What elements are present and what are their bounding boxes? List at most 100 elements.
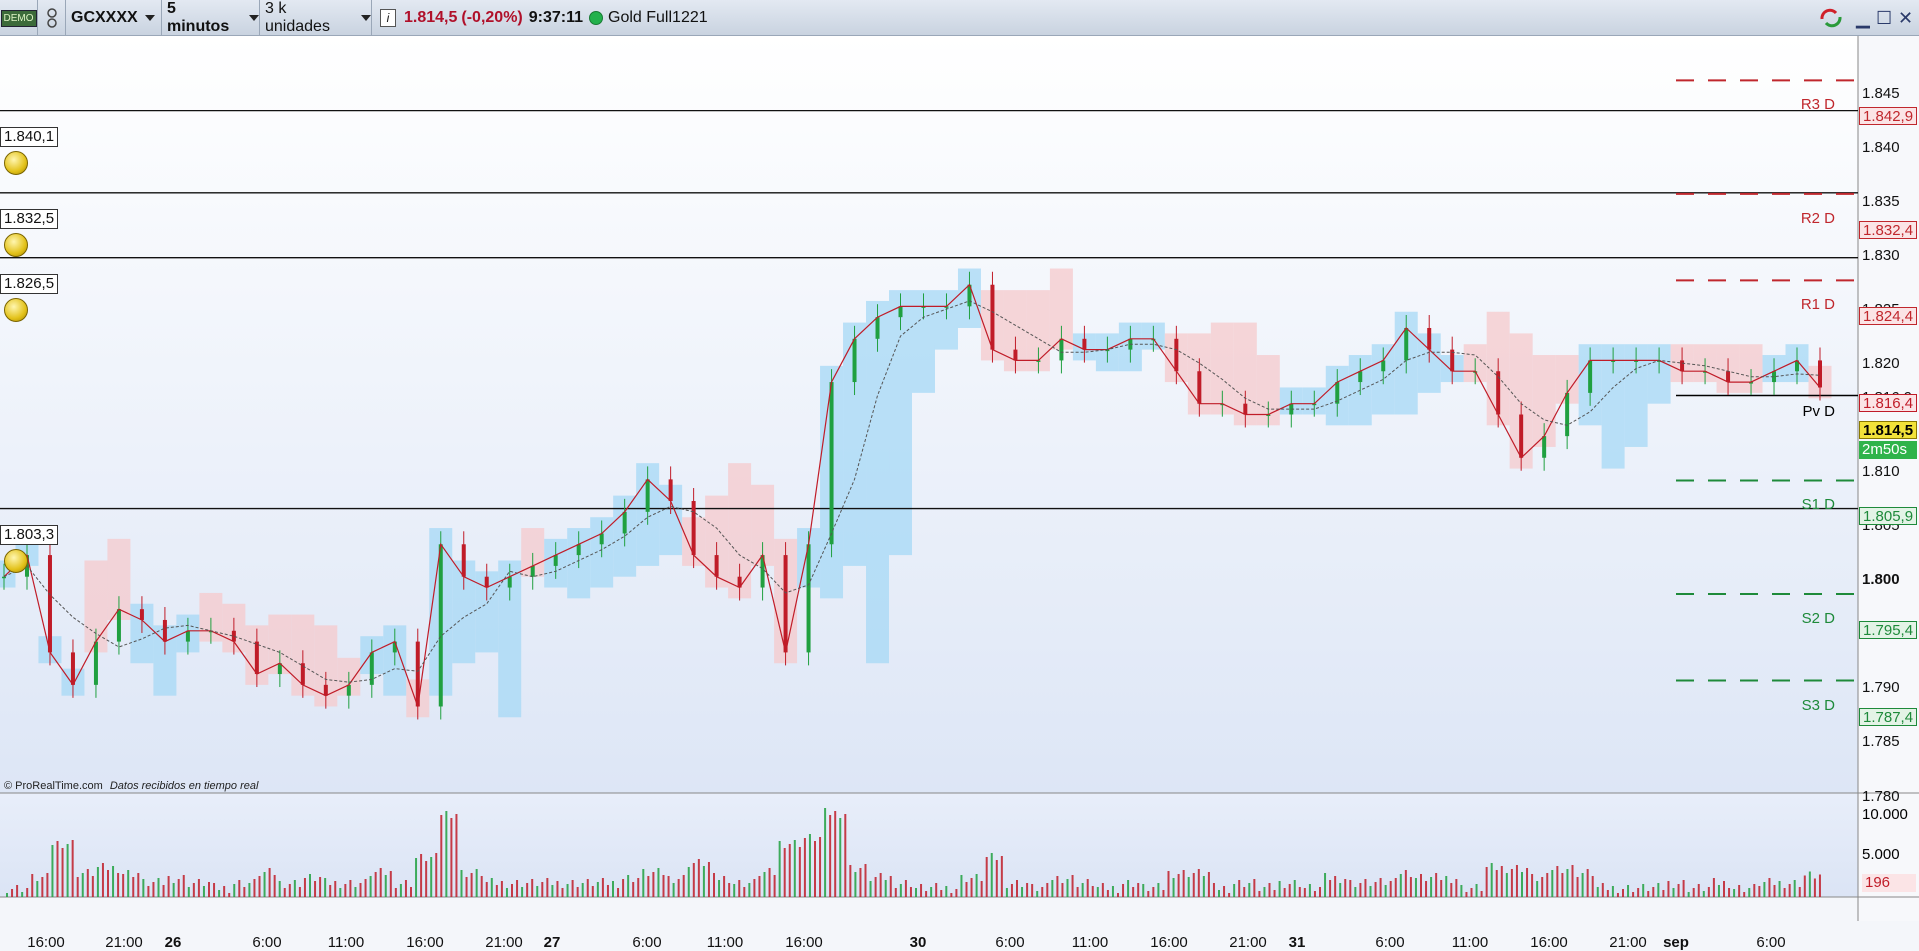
volume-bar [1384, 885, 1387, 897]
volume-bar [1162, 890, 1165, 897]
volume-bar [965, 882, 968, 897]
candle-body [645, 479, 650, 512]
time-axis-tick: 16:00 [27, 934, 65, 951]
volume-bar [1056, 876, 1059, 897]
time-axis-tick: 16:00 [785, 934, 823, 951]
volume-bar [1677, 884, 1680, 897]
price-axis-tick: 1.840 [1862, 138, 1900, 156]
close-button[interactable]: ✕ [1898, 0, 1913, 36]
symbol-selector[interactable]: GCXXXX [66, 0, 162, 36]
bell-icon[interactable]: 🔔 [4, 232, 28, 257]
alert-level-label[interactable]: 1.832,5 [0, 208, 59, 229]
bell-icon[interactable]: 🔔 [4, 297, 28, 322]
volume-bar [1066, 879, 1069, 897]
volume-bar [849, 865, 852, 897]
volume-bar [369, 876, 372, 897]
volume-bar [1662, 890, 1665, 897]
volume-bar [1046, 883, 1049, 897]
candle-body [162, 619, 167, 642]
alert-level-label[interactable]: 1.826,5 [0, 273, 59, 294]
pivot-name: Pv D [1802, 403, 1835, 421]
price-chart[interactable] [0, 36, 1919, 921]
volume-bar [1273, 890, 1276, 897]
bar-countdown: 2m50s [1859, 441, 1917, 460]
candle-body [622, 511, 627, 534]
volume-bar [1803, 875, 1806, 897]
volume-bar [1177, 874, 1180, 897]
volume-bar [1339, 883, 1342, 897]
volume-bar [1101, 883, 1104, 897]
alert-level-label[interactable]: 1.803,3 [0, 524, 59, 545]
candle-body [1427, 327, 1432, 350]
alert-level-label[interactable]: 1.840,1 [0, 126, 59, 147]
volume-bar [1455, 879, 1458, 897]
volume-bar [329, 885, 332, 897]
timeframe-selector[interactable]: 5 minutos [162, 0, 260, 36]
pivot-price-tag: 1.842,9 [1859, 107, 1917, 126]
volume-bar [869, 881, 872, 897]
volume-bar [1647, 891, 1650, 897]
volume-bar [41, 877, 44, 897]
volume-bar [1389, 881, 1392, 897]
refresh-button[interactable] [1818, 0, 1844, 36]
volume-bar [122, 874, 125, 897]
volume-bar [1753, 884, 1756, 897]
volume-bar [798, 847, 801, 897]
volume-bar [1137, 883, 1140, 897]
volume-bar [1000, 856, 1003, 897]
volume-bar [854, 872, 857, 897]
volume-bar [1672, 888, 1675, 897]
volume-bar [859, 868, 862, 897]
volume-bar [904, 880, 907, 897]
volume-bar [657, 868, 660, 897]
bell-icon[interactable]: 🔔 [4, 150, 28, 175]
chart-area[interactable]: 1.8451.8401.8351.8301.8251.8201.816,91.8… [0, 36, 1919, 951]
volume-bar [1632, 892, 1635, 897]
volume-bar [591, 886, 594, 897]
volume-bar [1349, 880, 1352, 897]
volume-bar [773, 875, 776, 897]
volume-bar [566, 884, 569, 897]
units-selector[interactable]: 3 k unidades [260, 0, 372, 36]
link-icon[interactable] [38, 0, 66, 36]
volume-bar [526, 883, 529, 897]
volume-bar [1364, 879, 1367, 897]
volume-bar [61, 848, 64, 897]
volume-bar [581, 883, 584, 897]
minimize-button[interactable]: ▁ [1856, 0, 1870, 36]
volume-bar [783, 848, 786, 897]
volume-bar [1435, 873, 1438, 897]
volume-bar [1283, 888, 1286, 897]
volume-bar [157, 878, 160, 897]
quote-bar: 1.814,5 (-0,20%) 9:37:11 Gold Full1221 [404, 0, 708, 36]
price-axis-tick: 1.810 [1862, 463, 1900, 481]
volume-bar [844, 814, 847, 897]
time-axis-tick: 6:00 [1756, 934, 1786, 951]
volume-bar [1601, 883, 1604, 897]
volume-bar [1743, 892, 1746, 897]
time-axis-tick: 6:00 [252, 934, 282, 951]
current-price-tag: 1.814,5 [1859, 421, 1917, 440]
volume-bar [1298, 887, 1301, 897]
volume-bar [1687, 892, 1690, 897]
maximize-button[interactable]: ☐ [1876, 0, 1892, 36]
volume-bar [1248, 883, 1251, 897]
volume-bar [985, 857, 988, 897]
volume-bar [940, 890, 943, 897]
volume-bar [1697, 884, 1700, 897]
volume-bar [1354, 887, 1357, 897]
candle-body [829, 382, 834, 545]
time-axis-tick: 27 [543, 934, 561, 951]
volume-bar [435, 853, 438, 897]
volume-bar [213, 883, 216, 897]
volume-bar [1652, 887, 1655, 897]
volume-bar [1510, 869, 1513, 897]
volume-bar [182, 875, 185, 897]
info-button[interactable]: i [380, 0, 396, 36]
candle-body [323, 684, 328, 696]
symbol-label: GCXXXX [71, 9, 138, 26]
volume-bar [410, 887, 412, 897]
volume-bar [137, 873, 140, 897]
bell-icon[interactable]: 🔔 [4, 548, 28, 573]
volume-bar [970, 878, 973, 897]
